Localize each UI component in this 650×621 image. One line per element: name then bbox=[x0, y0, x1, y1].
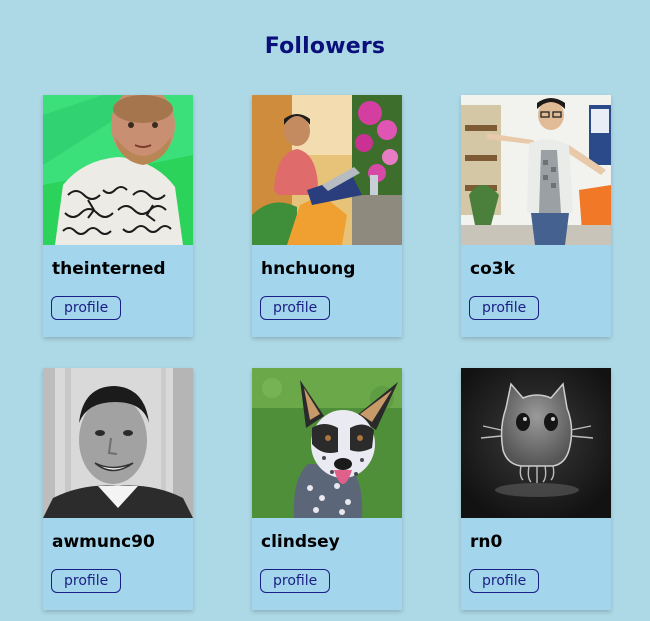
profile-button[interactable]: profile bbox=[51, 296, 122, 320]
avatar-man-with-laptop-icon bbox=[252, 95, 402, 245]
avatar-image[interactable] bbox=[252, 368, 402, 518]
follower-username: theinterned bbox=[52, 259, 166, 279]
avatar-man-smiling-bw-icon bbox=[43, 368, 193, 518]
profile-button[interactable]: profile bbox=[51, 569, 122, 593]
follower-username: co3k bbox=[470, 259, 515, 279]
profile-button[interactable]: profile bbox=[469, 296, 540, 320]
follower-username: rn0 bbox=[470, 532, 503, 552]
page-title: Followers bbox=[264, 34, 386, 59]
follower-username: awmunc90 bbox=[52, 532, 155, 552]
avatar-dog-icon bbox=[252, 368, 402, 518]
follower-card: co3k profile bbox=[461, 95, 611, 337]
profile-button[interactable]: profile bbox=[469, 569, 540, 593]
follower-card: theinterned profile bbox=[43, 95, 193, 337]
profile-button[interactable]: profile bbox=[260, 569, 331, 593]
follower-username: hnchuong bbox=[261, 259, 356, 279]
avatar-image[interactable] bbox=[252, 95, 402, 245]
follower-card: rn0 profile bbox=[461, 368, 611, 610]
follower-card: clindsey profile bbox=[252, 368, 402, 610]
follower-username: clindsey bbox=[261, 532, 340, 552]
follower-card: awmunc90 profile bbox=[43, 368, 193, 610]
avatar-image[interactable] bbox=[43, 368, 193, 518]
avatar-man-patterned-shirt-icon bbox=[43, 95, 193, 245]
avatar-ghost-octocat-icon bbox=[461, 368, 611, 518]
avatar-man-arms-out-icon bbox=[461, 95, 611, 245]
avatar-image[interactable] bbox=[461, 95, 611, 245]
avatar-image[interactable] bbox=[461, 368, 611, 518]
profile-button[interactable]: profile bbox=[260, 296, 331, 320]
avatar-image[interactable] bbox=[43, 95, 193, 245]
follower-card: hnchuong profile bbox=[252, 95, 402, 337]
